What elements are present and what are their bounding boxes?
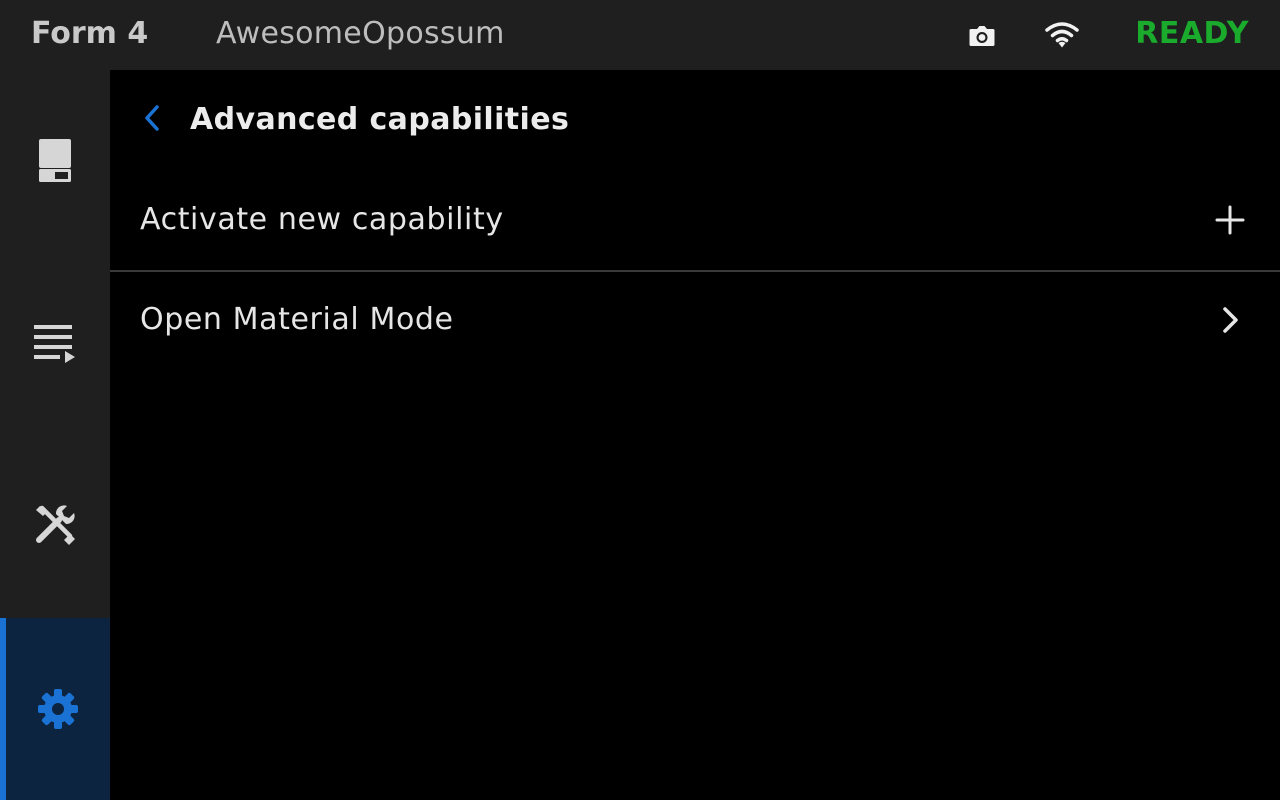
printer-status: READY: [1135, 16, 1249, 51]
chevron-left-icon: [142, 103, 162, 137]
open-material-mode-row[interactable]: Open Material Mode: [110, 270, 1280, 370]
sidebar-item-printer[interactable]: [0, 70, 110, 252]
page-title: Advanced capabilities: [190, 102, 570, 137]
open-material-mode-label: Open Material Mode: [140, 302, 454, 337]
tools-icon: [33, 503, 77, 547]
sidebar-item-settings[interactable]: [0, 618, 110, 800]
top-bar: Form 4 AwesomeOpossum READY: [0, 0, 1280, 70]
printer-model: Form 4: [31, 16, 149, 51]
activate-capability-label: Activate new capability: [140, 202, 504, 237]
sidebar-item-queue[interactable]: [0, 252, 110, 434]
print-queue-icon: [33, 323, 77, 363]
sidebar-item-tools[interactable]: [0, 434, 110, 616]
sidebar-nav: [0, 70, 110, 800]
plus-icon: [1214, 204, 1246, 236]
wifi-icon[interactable]: [1044, 19, 1080, 51]
activate-capability-row[interactable]: Activate new capability: [110, 170, 1280, 270]
camera-icon[interactable]: [966, 20, 998, 52]
back-button[interactable]: [134, 100, 170, 140]
chevron-right-icon: [1214, 304, 1246, 336]
printer-icon: [38, 138, 72, 184]
printer-name: AwesomeOpossum: [216, 16, 505, 51]
settings-gear-icon: [37, 688, 79, 730]
main-panel: Advanced capabilities Activate new capab…: [110, 70, 1280, 800]
